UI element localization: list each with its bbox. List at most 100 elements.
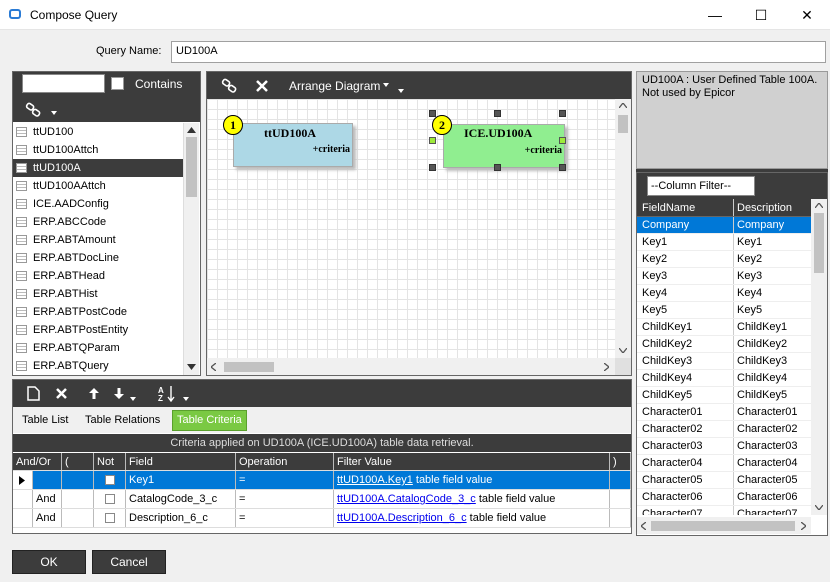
field-row[interactable]: Character01 Character01 bbox=[637, 404, 811, 421]
table-list-item[interactable]: ttUD100 bbox=[13, 123, 183, 141]
andor-cell[interactable]: And bbox=[33, 490, 62, 508]
field-row[interactable]: Character05 Character05 bbox=[637, 472, 811, 489]
table-list-item[interactable]: ttUD100AAttch bbox=[13, 177, 183, 195]
field-row[interactable]: ChildKey1 ChildKey1 bbox=[637, 319, 811, 336]
scroll-thumb[interactable] bbox=[814, 213, 824, 273]
field-row[interactable]: Character02 Character02 bbox=[637, 421, 811, 438]
close-button[interactable]: ✕ bbox=[784, 0, 830, 30]
table-list-item[interactable]: ERP.ABTHead bbox=[13, 267, 183, 285]
table-list-item[interactable]: ERP.ABTDocLine bbox=[13, 249, 183, 267]
table-list-item[interactable]: ERP.ABTQuery bbox=[13, 357, 183, 375]
minimize-button[interactable]: — bbox=[692, 0, 738, 30]
criteria-row[interactable]: Key1 = ttUD100A.Key1 table field value bbox=[13, 471, 631, 490]
arrow-down-icon[interactable] bbox=[114, 388, 124, 399]
row-selector[interactable] bbox=[13, 509, 33, 527]
not-checkbox[interactable] bbox=[105, 494, 115, 505]
tab-table-relations[interactable]: Table Relations bbox=[80, 410, 165, 431]
filter-value-cell[interactable]: ttUD100A.CatalogCode_3_c table field val… bbox=[334, 490, 610, 508]
column-filter-input[interactable]: --Column Filter-- bbox=[647, 176, 755, 196]
resize-handle[interactable] bbox=[429, 110, 436, 117]
filter-value-cell[interactable]: ttUD100A.Key1 table field value bbox=[334, 471, 610, 489]
resize-handle[interactable] bbox=[559, 164, 566, 171]
table-list-item[interactable]: ttUD100A bbox=[13, 159, 183, 177]
criteria-row[interactable]: And CatalogCode_3_c = ttUD100A.CatalogCode_… bbox=[13, 490, 631, 509]
field-cell[interactable]: Description_6_c bbox=[126, 509, 236, 527]
not-checkbox[interactable] bbox=[105, 513, 115, 524]
contains-checkbox[interactable] bbox=[111, 77, 124, 90]
operation-cell[interactable]: = bbox=[236, 471, 334, 489]
tab-table-criteria[interactable]: Table Criteria bbox=[172, 410, 247, 431]
link-icon[interactable] bbox=[25, 102, 43, 118]
not-cell[interactable] bbox=[94, 509, 126, 527]
column-header-andor[interactable]: And/Or bbox=[13, 453, 62, 470]
filter-value-link[interactable]: ttUD100A.Key1 bbox=[337, 474, 413, 486]
field-row[interactable]: Key1 Key1 bbox=[637, 234, 811, 251]
arrow-up-icon[interactable] bbox=[89, 388, 99, 399]
scroll-right-icon[interactable] bbox=[801, 522, 806, 530]
scroll-thumb[interactable] bbox=[224, 362, 274, 372]
scroll-down-icon[interactable] bbox=[815, 505, 823, 510]
field-row[interactable]: Character07 Character07 bbox=[637, 506, 811, 515]
column-header-operation[interactable]: Operation bbox=[236, 453, 334, 470]
column-header-field[interactable]: Field bbox=[126, 453, 236, 470]
scroll-up-icon[interactable] bbox=[619, 103, 627, 108]
new-doc-icon[interactable] bbox=[27, 386, 40, 401]
resize-handle[interactable] bbox=[429, 137, 436, 144]
cancel-button[interactable]: Cancel bbox=[92, 550, 166, 574]
field-row[interactable]: Character04 Character04 bbox=[637, 455, 811, 472]
resize-handle[interactable] bbox=[559, 137, 566, 144]
arrange-diagram-button[interactable]: Arrange Diagram bbox=[289, 79, 380, 93]
scroll-down-icon[interactable] bbox=[187, 364, 196, 370]
open-paren-cell[interactable] bbox=[62, 509, 94, 527]
scroll-left-icon[interactable] bbox=[641, 522, 646, 530]
scroll-thumb[interactable] bbox=[618, 115, 628, 133]
scroll-up-icon[interactable] bbox=[187, 127, 196, 133]
column-header-filter-value[interactable]: Filter Value bbox=[334, 453, 610, 470]
row-selector[interactable] bbox=[13, 490, 33, 508]
field-row[interactable]: ChildKey4 ChildKey4 bbox=[637, 370, 811, 387]
not-cell[interactable] bbox=[94, 471, 126, 489]
table-search-input[interactable] bbox=[22, 74, 105, 93]
table-list-item[interactable]: ERP.ABTAmount bbox=[13, 231, 183, 249]
chevron-down-icon[interactable] bbox=[130, 397, 136, 401]
chevron-down-icon[interactable] bbox=[51, 111, 57, 115]
not-checkbox[interactable] bbox=[105, 475, 115, 486]
close-paren-cell[interactable] bbox=[610, 509, 631, 527]
column-header-open-paren[interactable]: ( bbox=[62, 453, 94, 470]
maximize-button[interactable]: ☐ bbox=[738, 0, 784, 30]
table-list-item[interactable]: ERP.ABCCode bbox=[13, 213, 183, 231]
column-header-description[interactable]: Description bbox=[734, 199, 811, 216]
chevron-down-icon[interactable] bbox=[383, 83, 389, 87]
table-list-item[interactable]: ERP.ABTQParam bbox=[13, 339, 183, 357]
delete-icon[interactable] bbox=[255, 79, 269, 93]
scroll-right-icon[interactable] bbox=[604, 363, 609, 371]
andor-cell[interactable] bbox=[33, 471, 62, 489]
andor-cell[interactable]: And bbox=[33, 509, 62, 527]
open-paren-cell[interactable] bbox=[62, 490, 94, 508]
column-header-not[interactable]: Not bbox=[94, 453, 126, 470]
table-list-item[interactable]: ICE.AADConfig bbox=[13, 195, 183, 213]
resize-handle[interactable] bbox=[494, 164, 501, 171]
criteria-row[interactable]: And Description_6_c = ttUD100A.Description_… bbox=[13, 509, 631, 528]
table-list-scrollbar[interactable] bbox=[183, 123, 199, 375]
field-cell[interactable]: Key1 bbox=[126, 471, 236, 489]
table-list-item[interactable]: ERP.ABTPostCode bbox=[13, 303, 183, 321]
open-paren-cell[interactable] bbox=[62, 471, 94, 489]
field-row[interactable]: ChildKey2 ChildKey2 bbox=[637, 336, 811, 353]
scroll-left-icon[interactable] bbox=[211, 363, 216, 371]
diagram-table-ttud100a[interactable]: ttUD100A +criteria bbox=[233, 123, 353, 167]
not-cell[interactable] bbox=[94, 490, 126, 508]
fields-horizontal-scrollbar[interactable] bbox=[637, 517, 811, 534]
field-row[interactable]: Key3 Key3 bbox=[637, 268, 811, 285]
filter-value-link[interactable]: ttUD100A.Description_6_c bbox=[337, 512, 467, 524]
close-paren-cell[interactable] bbox=[610, 471, 631, 489]
resize-handle[interactable] bbox=[429, 164, 436, 171]
filter-value-cell[interactable]: ttUD100A.Description_6_c table field val… bbox=[334, 509, 610, 527]
sort-az-icon[interactable]: A Z bbox=[158, 385, 176, 402]
scroll-thumb[interactable] bbox=[186, 137, 197, 197]
row-selector[interactable] bbox=[13, 471, 33, 489]
resize-handle[interactable] bbox=[494, 110, 501, 117]
field-row[interactable]: Key4 Key4 bbox=[637, 285, 811, 302]
diagram-table-ice-ud100a[interactable]: ICE.UD100A +criteria bbox=[443, 124, 565, 168]
scroll-thumb[interactable] bbox=[651, 521, 795, 531]
